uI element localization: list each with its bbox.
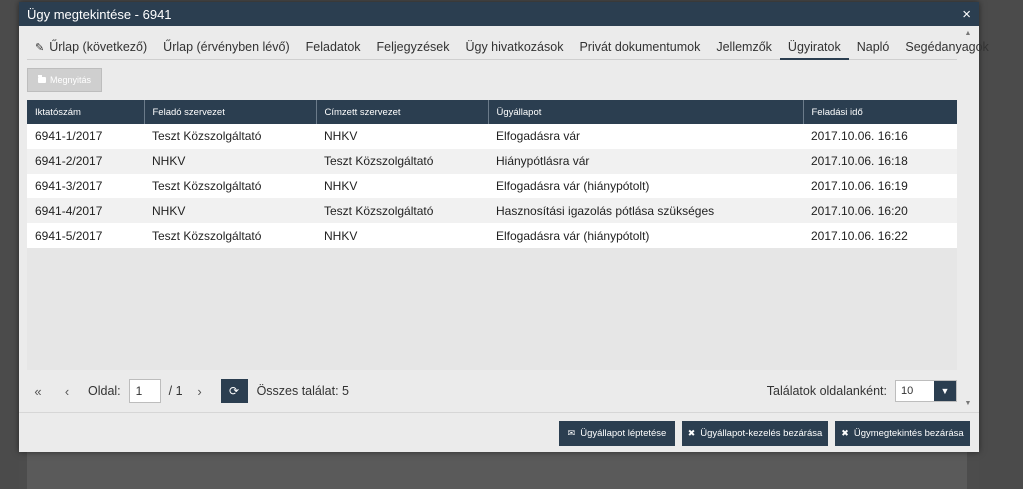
cell-sender: Teszt Közszolgáltató xyxy=(144,173,316,199)
cell-sent-time: 2017.10.06. 16:16 xyxy=(803,124,957,149)
tab-label: Jellemzők xyxy=(716,40,772,54)
tab-case-documents[interactable]: Ügyiratok xyxy=(779,34,849,60)
cell-status: Hiánypótlásra vár xyxy=(488,148,803,174)
backdrop-right xyxy=(979,0,1023,489)
table-row[interactable]: 6941-4/2017 NHKV Teszt Közszolgáltató Ha… xyxy=(27,198,957,224)
refresh-button[interactable]: ⟳ xyxy=(220,379,248,403)
modal-header: Ügy megtekintése - 6941 × xyxy=(19,2,979,26)
scroll-down-icon[interactable]: ▼ xyxy=(963,400,973,407)
cell-filing-number: 6941-4/2017 xyxy=(27,198,144,224)
tab-tasks[interactable]: Feladatok xyxy=(298,34,369,60)
modal-title: Ügy megtekintése - 6941 xyxy=(27,6,172,22)
per-page-value: 10 xyxy=(901,385,914,397)
table-row[interactable]: 6941-1/2017 Teszt Közszolgáltató NHKV El… xyxy=(27,124,957,149)
tab-log[interactable]: Napló xyxy=(849,34,898,60)
tab-notes[interactable]: Feljegyzések xyxy=(369,34,458,60)
close-status-handling-button[interactable]: ✖ Ügyállapot-kezelés bezárása xyxy=(682,421,828,446)
folder-open-icon xyxy=(37,75,46,83)
modal-footer: ✉ Ügyállapot léptetése ✖ Ügyállapot-keze… xyxy=(19,412,979,452)
cell-sent-time: 2017.10.06. 16:18 xyxy=(803,148,957,174)
cell-sent-time: 2017.10.06. 16:20 xyxy=(803,198,957,224)
modal-body: ✎ Űrlap (következő) Űrlap (érvényben lévő… xyxy=(19,26,989,412)
total-results: Összes találat: 5 xyxy=(256,384,349,398)
per-page-label: Találatok oldalanként: xyxy=(766,384,887,398)
cell-recipient: NHKV xyxy=(316,173,488,199)
tab-bar: ✎ Űrlap (következő) Űrlap (érvényben lévő… xyxy=(27,34,989,60)
prev-page-button[interactable]: ‹ xyxy=(56,384,78,399)
tab-form-next[interactable]: ✎ Űrlap (következő) xyxy=(27,34,155,60)
column-header-sender[interactable]: Feladó szervezet xyxy=(144,100,317,124)
close-icon[interactable]: × xyxy=(962,7,971,22)
cell-sent-time: 2017.10.06. 16:19 xyxy=(803,173,957,199)
cell-status: Hasznosítási igazolás pótlása szükséges xyxy=(488,198,803,224)
per-page-select[interactable]: 10 ▼ xyxy=(895,380,957,402)
tab-label: Segédanyagok xyxy=(905,40,989,54)
tab-label: Űrlap (következő) xyxy=(49,40,148,54)
pager: « ‹ Oldal: 1 / 1 › ⟳ Összes találat: 5 T… xyxy=(27,378,957,404)
cell-sender: NHKV xyxy=(144,148,316,174)
cell-filing-number: 6941-1/2017 xyxy=(27,124,144,149)
backdrop-left xyxy=(0,0,19,489)
tab-properties[interactable]: Jellemzők xyxy=(708,34,780,60)
cell-sender: Teszt Közszolgáltató xyxy=(144,223,316,248)
tab-form-current[interactable]: Űrlap (érvényben lévő) xyxy=(155,34,297,60)
tab-private-documents[interactable]: Privát dokumentumok xyxy=(571,34,708,60)
column-header-recipient[interactable]: Címzett szervezet xyxy=(316,100,489,124)
tab-case-references[interactable]: Ügy hivatkozások xyxy=(457,34,571,60)
column-header-filing-number[interactable]: Iktatószám xyxy=(27,100,145,124)
cell-recipient: NHKV xyxy=(316,124,488,149)
table-row[interactable]: 6941-2/2017 NHKV Teszt Közszolgáltató Hi… xyxy=(27,148,957,174)
case-view-modal: Ügy megtekintése - 6941 × ✎ Űrlap (követk… xyxy=(19,2,989,452)
tab-label: Feladatok xyxy=(305,40,361,54)
page-label: Oldal: xyxy=(88,384,121,398)
tab-label: Privát dokumentumok xyxy=(579,40,701,54)
refresh-icon: ⟳ xyxy=(229,384,240,398)
cell-sender: NHKV xyxy=(144,198,316,224)
cell-status: Elfogadásra vár (hiánypótolt) xyxy=(488,223,803,248)
tab-support-materials[interactable]: Segédanyagok xyxy=(897,34,996,60)
tab-label: Ügy hivatkozások xyxy=(465,40,564,54)
scroll-up-icon[interactable]: ▲ xyxy=(963,30,973,37)
page-input[interactable]: 1 xyxy=(128,379,161,403)
backdrop-panel xyxy=(27,452,967,489)
scrollbar[interactable]: ▲ ▼ xyxy=(963,26,973,412)
cell-filing-number: 6941-5/2017 xyxy=(27,223,144,248)
table-row[interactable]: 6941-3/2017 Teszt Közszolgáltató NHKV El… xyxy=(27,173,957,199)
documents-grid: Iktatószám Feladó szervezet Címzett szer… xyxy=(27,100,957,370)
cell-filing-number: 6941-3/2017 xyxy=(27,173,144,199)
documents-table: Iktatószám Feladó szervezet Címzett szer… xyxy=(27,100,957,248)
cell-recipient: NHKV xyxy=(316,223,488,248)
tab-label: Feljegyzések xyxy=(376,40,450,54)
open-button-label: Megnyitás xyxy=(49,75,92,85)
cell-status: Elfogadásra vár xyxy=(488,124,803,149)
column-header-sent-time[interactable]: Feladási idő xyxy=(803,100,957,124)
close-case-view-label: Ügymegtekintés bezárása xyxy=(853,428,964,439)
close-icon: ✖ xyxy=(687,428,696,438)
tab-label: Űrlap (érvényben lévő) xyxy=(163,40,290,54)
open-button[interactable]: Megnyitás xyxy=(27,68,102,92)
page-total: / 1 xyxy=(168,384,183,398)
tab-label: Ügyiratok xyxy=(787,40,841,54)
close-status-handling-label: Ügyállapot-kezelés bezárása xyxy=(700,428,823,439)
table-header-row: Iktatószám Feladó szervezet Címzett szer… xyxy=(27,100,957,124)
cell-recipient: Teszt Közszolgáltató xyxy=(316,148,488,174)
envelope-icon: ✉ xyxy=(567,428,576,438)
next-page-button[interactable]: › xyxy=(189,384,211,399)
advance-status-button[interactable]: ✉ Ügyállapot léptetése xyxy=(559,421,675,446)
cell-sender: Teszt Közszolgáltató xyxy=(144,124,316,149)
first-page-button[interactable]: « xyxy=(27,384,49,399)
cell-status: Elfogadásra vár (hiánypótolt) xyxy=(488,173,803,199)
column-header-status[interactable]: Ügyállapot xyxy=(488,100,804,124)
table-row[interactable]: 6941-5/2017 Teszt Közszolgáltató NHKV El… xyxy=(27,223,957,248)
chevron-down-icon[interactable]: ▼ xyxy=(934,381,956,401)
cell-filing-number: 6941-2/2017 xyxy=(27,148,144,174)
edit-icon: ✎ xyxy=(35,42,45,54)
close-icon: ✖ xyxy=(841,428,849,438)
tab-label: Napló xyxy=(856,40,890,54)
advance-status-label: Ügyállapot léptetése xyxy=(580,428,667,439)
close-case-view-button[interactable]: ✖ Ügymegtekintés bezárása xyxy=(835,421,970,446)
cell-recipient: Teszt Közszolgáltató xyxy=(316,198,488,224)
cell-sent-time: 2017.10.06. 16:22 xyxy=(803,223,957,248)
